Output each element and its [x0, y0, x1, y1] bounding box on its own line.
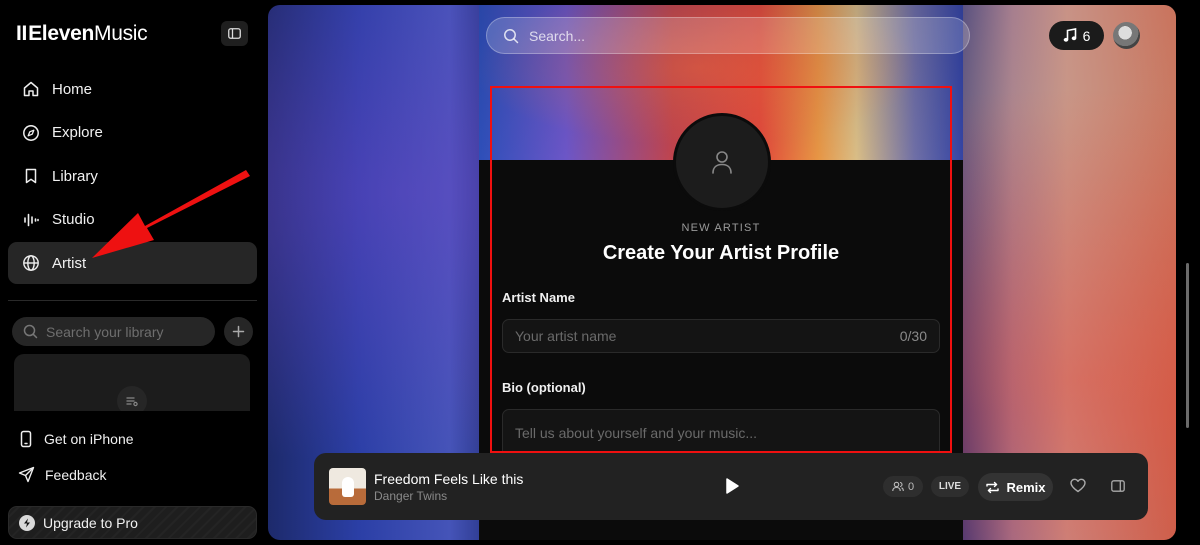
logo-text-light: Music	[94, 22, 148, 45]
track-title[interactable]: Freedom Feels Like this	[374, 471, 523, 487]
upgrade-label: Upgrade to Pro	[43, 514, 138, 531]
global-search-input[interactable]: Search...	[486, 17, 970, 54]
credits-badge[interactable]: 6	[1049, 21, 1104, 50]
nav-label-home: Home	[52, 80, 93, 98]
library-search-input[interactable]: Search your library	[12, 317, 215, 346]
form-title: Create Your Artist Profile	[602, 242, 840, 264]
waveform-icon	[24, 213, 39, 226]
artist-name-label: Artist Name	[502, 290, 575, 305]
artist-name-placeholder: Your artist name	[515, 328, 617, 344]
track-artist[interactable]: Danger Twins	[374, 489, 447, 503]
form-eyebrow: NEW ARTIST	[681, 222, 761, 234]
feedback-link[interactable]: Feedback	[18, 466, 106, 483]
track-cover[interactable]	[329, 468, 366, 505]
bio-label: Bio (optional)	[502, 380, 586, 395]
get-on-iphone-label: Get on iPhone	[44, 431, 134, 447]
logo-text-bold: Eleven	[28, 22, 94, 45]
artist-name-input[interactable]: Your artist name 0/30	[502, 319, 940, 353]
nav-item-library[interactable]: Library	[8, 155, 257, 197]
user-icon	[712, 151, 732, 174]
nav-label-artist: Artist	[52, 254, 87, 272]
plus-icon	[232, 325, 245, 338]
nav-item-home[interactable]: Home	[8, 68, 257, 110]
main-content: Search... 6 NEW ARTIST Create Your Artis…	[268, 5, 1176, 540]
app-logo[interactable]: II Eleven Music	[16, 22, 148, 46]
nav-label-explore: Explore	[52, 124, 103, 141]
bookmark-icon	[25, 168, 37, 184]
sidebar-toggle-icon	[228, 28, 241, 39]
expand-player-button[interactable]	[1111, 479, 1125, 497]
sidebar-divider	[8, 300, 257, 301]
nav-item-artist[interactable]: Artist	[8, 242, 257, 284]
logo-bars: II	[16, 22, 28, 45]
listeners-badge[interactable]: 0	[883, 476, 923, 497]
nav-label-studio: Studio	[52, 211, 95, 228]
feedback-label: Feedback	[45, 466, 107, 483]
nav-label-library: Library	[52, 167, 98, 185]
live-badge[interactable]: LIVE	[931, 476, 969, 497]
remix-button[interactable]: Remix	[978, 473, 1053, 501]
now-playing-bar: Freedom Feels Like this Danger Twins 0 L…	[314, 453, 1148, 520]
music-note-icon	[1063, 28, 1076, 42]
search-icon	[504, 28, 519, 43]
search-icon	[23, 324, 38, 339]
panel-icon	[1111, 480, 1125, 492]
user-avatar[interactable]	[1113, 22, 1140, 49]
globe-icon	[23, 255, 39, 271]
compass-icon	[23, 124, 39, 141]
collapse-sidebar-button[interactable]	[221, 21, 248, 46]
page-scrollbar[interactable]	[1180, 5, 1194, 540]
bio-placeholder: Tell us about yourself and your music...	[515, 425, 758, 441]
heart-icon	[1070, 478, 1086, 493]
main-nav: Home Explore Library Studio Artist	[8, 68, 257, 286]
phone-icon	[20, 430, 32, 448]
users-icon	[892, 481, 904, 492]
bio-textarea[interactable]: Tell us about yourself and your music...	[502, 409, 940, 457]
add-library-button[interactable]	[224, 317, 253, 346]
remix-icon	[986, 481, 1000, 493]
nav-item-studio[interactable]: Studio	[8, 199, 257, 241]
sidebar: II Eleven Music Home Explore Library Studi…	[0, 0, 266, 545]
bolt-icon	[19, 514, 35, 531]
artist-name-counter: 0/30	[899, 328, 927, 344]
get-on-iphone-link[interactable]: Get on iPhone	[18, 430, 134, 448]
upgrade-to-pro-button[interactable]: Upgrade to Pro	[8, 506, 257, 539]
global-search-placeholder: Search...	[529, 27, 586, 44]
play-button[interactable]	[724, 477, 740, 500]
home-icon	[23, 81, 39, 97]
credits-count: 6	[1082, 27, 1091, 44]
library-search-placeholder: Search your library	[46, 323, 164, 340]
remix-label: Remix	[1006, 479, 1046, 495]
scrollbar-thumb[interactable]	[1186, 263, 1189, 428]
nav-item-explore[interactable]: Explore	[8, 112, 257, 154]
send-icon	[18, 466, 35, 483]
like-button[interactable]	[1070, 478, 1086, 498]
playlist-icon	[117, 386, 147, 411]
profile-image-upload[interactable]	[673, 113, 771, 211]
play-icon	[726, 478, 739, 494]
library-empty-card	[14, 354, 250, 411]
listeners-count: 0	[907, 480, 915, 493]
